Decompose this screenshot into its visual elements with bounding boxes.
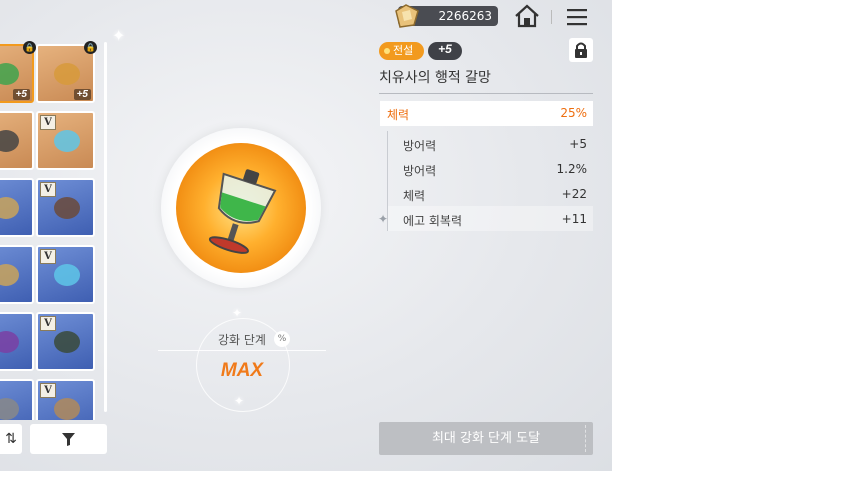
sub-stat-name: 체력 xyxy=(403,189,426,203)
upgrade-level: +5 xyxy=(12,89,30,100)
main-stat-row: 체력 25% xyxy=(380,101,593,126)
equipment-icon xyxy=(0,331,19,353)
lock-icon xyxy=(575,42,587,58)
toolbar-separator xyxy=(551,10,552,24)
enhance-label: 강화 단계 xyxy=(218,333,266,347)
upgrade-badge: +5 xyxy=(428,42,462,60)
max-enhance-label: 최대 강화 단계 도달 xyxy=(431,431,541,446)
sub-stat-list: 방어력 +5 방어력 1.2% 체력 +22 에고 회복력 +11 xyxy=(385,131,593,231)
inventory-slot[interactable]: V xyxy=(36,312,95,371)
enhance-value: MAX xyxy=(220,360,264,381)
inventory-slot[interactable]: V xyxy=(36,111,95,170)
lock-button[interactable] xyxy=(569,38,593,62)
tier-badge: V xyxy=(40,316,56,331)
inventory-slot[interactable] xyxy=(0,245,34,304)
gem-icon xyxy=(395,4,419,28)
grade-label: 전설 xyxy=(393,44,414,57)
upgrade-level: +5 xyxy=(73,89,91,100)
grade-dot-icon xyxy=(384,48,390,54)
potion-goblet-icon xyxy=(208,169,277,254)
item-display-orb xyxy=(176,143,306,273)
enhance-info-icon[interactable]: % xyxy=(274,331,290,347)
equipment-icon xyxy=(0,398,19,420)
tier-badge: V xyxy=(40,115,56,130)
inventory-slot[interactable]: V xyxy=(36,178,95,237)
inventory-slot[interactable] xyxy=(0,111,34,170)
sub-stat-row: 방어력 1.2% xyxy=(387,156,593,181)
sub-stat-value: +11 xyxy=(561,212,587,226)
inventory-slot[interactable]: +5 🔒 xyxy=(36,41,97,103)
inventory-grid: +5 🔒 +5 🔒 V V V V V xyxy=(0,40,104,420)
inventory-slot[interactable] xyxy=(0,178,34,237)
lock-icon: 🔒 xyxy=(84,41,97,54)
sub-stat-row: 에고 회복력 +11 xyxy=(387,206,593,231)
sub-stat-row: 방어력 +5 xyxy=(387,131,593,156)
sub-stat-name: 방어력 xyxy=(403,164,437,178)
main-stat-name: 체력 xyxy=(387,108,410,122)
sparkle-icon: ✦ xyxy=(378,212,389,226)
home-icon[interactable] xyxy=(514,4,540,28)
game-screen: +5 🔒 +5 🔒 V V V V V ⇅ ✦ ✦ ✦ 강화 단계 % MAX 2266263 xyxy=(0,0,612,471)
lock-icon: 🔒 xyxy=(23,41,36,54)
tier-badge: V xyxy=(40,249,56,264)
filter-button[interactable] xyxy=(30,424,107,454)
grade-badge: 전설 xyxy=(379,42,424,60)
sub-stat-row: 체력 +22 xyxy=(387,181,593,206)
inventory-slot[interactable] xyxy=(0,312,34,371)
inventory-scrollbar[interactable] xyxy=(104,42,107,412)
menu-icon[interactable] xyxy=(566,6,588,28)
equipment-icon xyxy=(0,130,19,152)
button-edge-decoration xyxy=(585,425,588,452)
inventory-slot[interactable]: +5 🔒 xyxy=(0,41,36,103)
max-enhance-button[interactable]: 최대 강화 단계 도달 xyxy=(379,422,593,455)
inventory-slot[interactable]: V xyxy=(36,379,95,420)
sub-stat-value: 1.2% xyxy=(556,162,588,176)
item-name: 치유사의 행적 갈망 xyxy=(379,70,491,86)
sort-button[interactable]: ⇅ xyxy=(0,424,22,454)
tier-badge: V xyxy=(40,182,56,197)
enhance-divider xyxy=(158,350,326,351)
sub-stat-value: +22 xyxy=(561,187,587,201)
sub-stat-value: +5 xyxy=(569,137,587,151)
sub-stat-name: 방어력 xyxy=(403,139,437,153)
sparkle-icon: ✦ xyxy=(112,26,126,45)
inventory-slot[interactable]: V xyxy=(36,245,95,304)
sub-stat-name: 에고 회복력 xyxy=(403,214,463,228)
inventory-slot[interactable] xyxy=(0,379,34,420)
equipment-icon xyxy=(0,264,19,286)
sort-icon: ⇅ xyxy=(5,431,17,447)
equipment-icon xyxy=(0,197,19,219)
filter-icon xyxy=(62,433,75,446)
tier-badge: V xyxy=(40,383,56,398)
name-divider xyxy=(379,93,593,94)
main-stat-value: 25% xyxy=(560,106,587,120)
